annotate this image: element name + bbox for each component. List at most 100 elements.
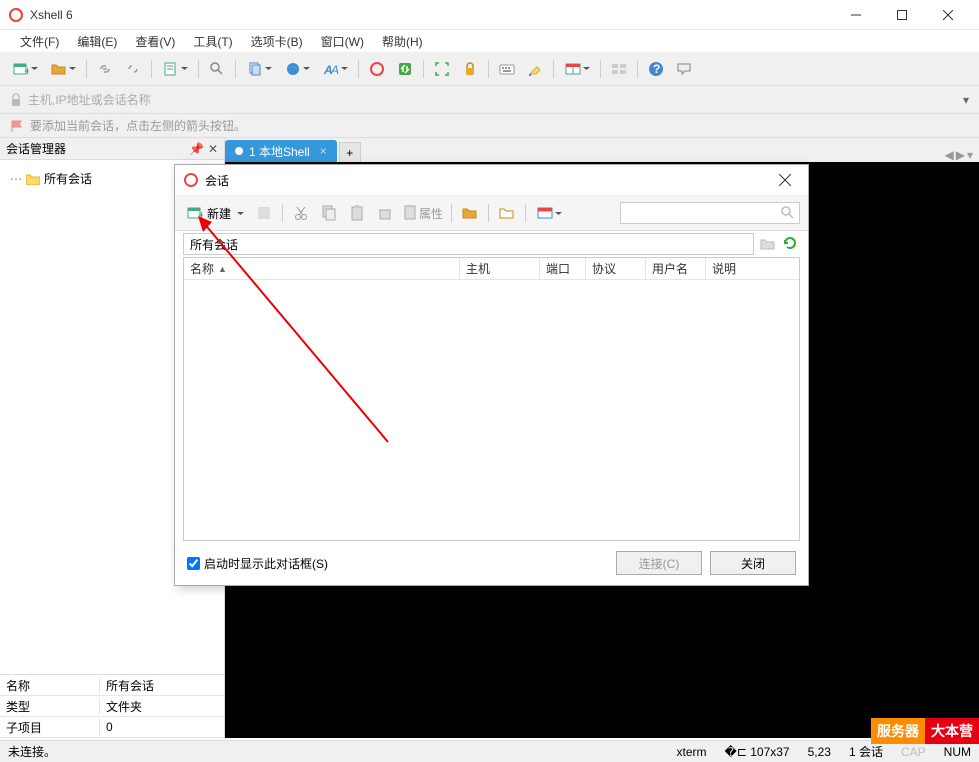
new-session-button[interactable]: + 新建	[183, 203, 248, 224]
tab-local-shell[interactable]: 1 本地Shell ×	[225, 140, 337, 162]
new-session-icon[interactable]: +	[10, 59, 40, 79]
tab-list-icon[interactable]: ▾	[967, 148, 973, 162]
new-button-label: 新建	[207, 205, 231, 222]
status-term: xterm	[677, 745, 707, 759]
layout-icon[interactable]	[562, 59, 592, 79]
prop-sub-key: 子项目	[0, 719, 100, 736]
dialog-toolbar: + 新建 属性	[175, 195, 808, 231]
keyboard-icon[interactable]	[497, 59, 517, 79]
tree-root-label: 所有会话	[44, 170, 92, 187]
chat-icon[interactable]	[674, 59, 694, 79]
prop-type-key: 类型	[0, 698, 100, 715]
col-user[interactable]: 用户名	[646, 258, 706, 279]
watermark-right: 大本营	[925, 718, 979, 744]
prop-name-key: 名称	[0, 677, 100, 694]
flag-icon	[10, 119, 24, 133]
refresh-icon[interactable]	[782, 235, 800, 253]
maximize-button[interactable]	[879, 0, 925, 30]
fullscreen-icon[interactable]	[432, 59, 452, 79]
menu-edit[interactable]: 编辑(E)	[69, 31, 125, 52]
unlink-icon[interactable]	[123, 59, 143, 79]
hint-bar: 要添加当前会话，点击左侧的箭头按钮。	[0, 114, 979, 138]
lock-icon[interactable]	[460, 59, 480, 79]
close-button[interactable]	[925, 0, 971, 30]
col-proto[interactable]: 协议	[586, 258, 646, 279]
help-icon[interactable]: ?	[646, 59, 666, 79]
col-port[interactable]: 端口	[540, 258, 586, 279]
startup-checkbox[interactable]: 启动时显示此对话框(S)	[187, 555, 328, 572]
connect-button[interactable]: 连接(C)	[616, 551, 702, 575]
col-name[interactable]: 名称▲	[184, 258, 460, 279]
menu-tools[interactable]: 工具(T)	[185, 31, 240, 52]
grid-icon[interactable]	[609, 59, 629, 79]
status-connection: 未连接。	[8, 743, 56, 760]
link-icon[interactable]	[95, 59, 115, 79]
dialog-path-text: 所有会话	[190, 236, 238, 253]
session-list[interactable]: 名称▲ 主机 端口 协议 用户名 说明	[183, 257, 800, 541]
open-folder-icon[interactable]	[48, 59, 78, 79]
sidebar-close-icon[interactable]: ✕	[208, 142, 218, 156]
status-size: �⊏ 107x37	[725, 745, 790, 759]
properties-icon[interactable]	[160, 59, 190, 79]
app-logo-icon	[8, 7, 24, 23]
svg-text:+: +	[198, 208, 203, 221]
prop-type-val: 文件夹	[100, 698, 224, 715]
copy-dlg-icon[interactable]	[319, 203, 339, 223]
tab-prev-icon[interactable]: ◀	[945, 148, 954, 162]
new-folder-icon[interactable]	[497, 203, 517, 223]
sidebar-pin-icon[interactable]: 📌	[189, 142, 204, 156]
dialog-title: 会话	[205, 172, 770, 189]
cut-icon[interactable]	[291, 203, 311, 223]
font-icon[interactable]: AA	[320, 59, 350, 79]
tab-next-icon[interactable]: ▶	[956, 148, 965, 162]
address-bar: 主机,IP地址或会话名称 ▾	[0, 86, 979, 114]
dialog-path-box[interactable]: 所有会话	[183, 233, 754, 255]
sidebar-title: 会话管理器	[6, 140, 66, 157]
title-bar: Xshell 6	[0, 0, 979, 30]
paste-icon[interactable]	[347, 203, 367, 223]
props-dlg-icon[interactable]: 属性	[403, 203, 443, 223]
menu-help[interactable]: 帮助(H)	[374, 31, 431, 52]
new-tab-button[interactable]: +	[339, 142, 361, 162]
minimize-button[interactable]	[833, 0, 879, 30]
view-mode-icon[interactable]	[534, 203, 564, 223]
search-icon[interactable]	[781, 206, 795, 220]
menu-file[interactable]: 文件(F)	[12, 31, 67, 52]
dialog-search-box[interactable]	[620, 202, 800, 224]
tab-close-icon[interactable]: ×	[320, 144, 327, 158]
address-dropdown-icon[interactable]: ▾	[963, 93, 969, 107]
property-table: 名称所有会话 类型文件夹 子项目0	[0, 674, 224, 738]
menu-bar: 文件(F) 编辑(E) 查看(V) 工具(T) 选项卡(B) 窗口(W) 帮助(…	[0, 30, 979, 52]
main-toolbar: + AA ?	[0, 52, 979, 86]
status-cap: CAP	[901, 745, 926, 759]
menu-window[interactable]: 窗口(W)	[313, 31, 372, 52]
status-cursor: 5,23	[808, 745, 831, 759]
close-dialog-button[interactable]: 关闭	[710, 551, 796, 575]
col-host[interactable]: 主机	[460, 258, 540, 279]
transfer-icon[interactable]	[395, 59, 415, 79]
copy-icon[interactable]	[244, 59, 274, 79]
search-icon[interactable]	[207, 59, 227, 79]
folder-open-icon[interactable]	[460, 203, 480, 223]
sort-asc-icon: ▲	[218, 264, 227, 274]
menu-tabs[interactable]: 选项卡(B)	[243, 31, 311, 52]
prop-name-val: 所有会话	[100, 677, 224, 694]
dialog-close-button[interactable]	[770, 165, 800, 195]
dialog-search-input[interactable]	[625, 206, 781, 220]
path-folder-icon[interactable]	[760, 237, 776, 251]
highlight-icon[interactable]	[525, 59, 545, 79]
tree-expand-icon[interactable]: ⋯	[10, 172, 22, 186]
delete-icon[interactable]	[375, 203, 395, 223]
disabled-icon	[254, 203, 274, 223]
swirl-icon[interactable]	[367, 59, 387, 79]
menu-view[interactable]: 查看(V)	[127, 31, 183, 52]
col-desc[interactable]: 说明	[706, 258, 799, 279]
sessions-dialog: 会话 + 新建 属性 所有会话 名称▲ 主机	[174, 164, 809, 586]
address-input[interactable]: 主机,IP地址或会话名称	[28, 91, 959, 108]
globe-icon[interactable]	[282, 59, 312, 79]
status-bar: 未连接。 xterm �⊏ 107x37 5,23 1 会话 CAP NUM	[0, 740, 979, 762]
startup-checkbox-input[interactable]	[187, 557, 200, 570]
window-title: Xshell 6	[30, 8, 833, 22]
status-sessions: 1 会话	[849, 743, 883, 760]
hint-text: 要添加当前会话，点击左侧的箭头按钮。	[30, 117, 246, 134]
